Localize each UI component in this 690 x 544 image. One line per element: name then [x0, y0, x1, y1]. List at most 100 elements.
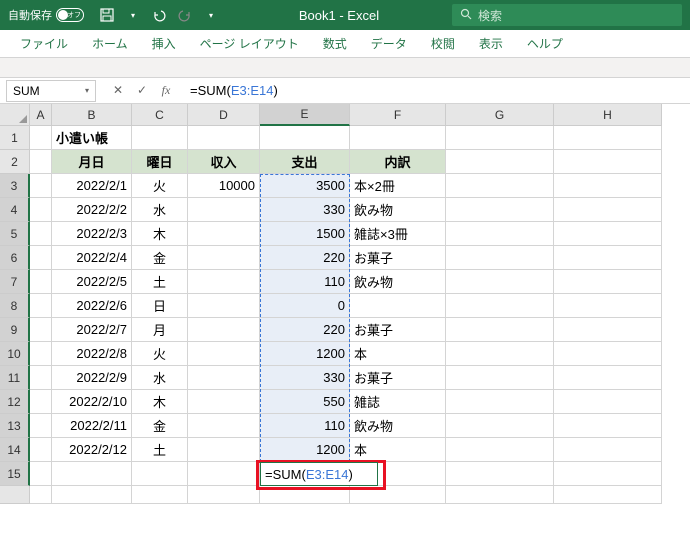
- autosave-switch-icon[interactable]: オフ: [56, 8, 84, 22]
- cell[interactable]: [30, 270, 52, 294]
- cell-expense[interactable]: 330: [260, 198, 350, 222]
- row-header-7[interactable]: 7: [0, 270, 30, 294]
- spreadsheet-grid[interactable]: A B C D E F G H 1小遣い帳2月日曜日収入支出内訳32022/2/…: [0, 104, 690, 504]
- cell-expense[interactable]: 220: [260, 318, 350, 342]
- row-header-4[interactable]: 4: [0, 198, 30, 222]
- cell-detail[interactable]: [350, 294, 446, 318]
- cell-weekday[interactable]: 火: [132, 342, 188, 366]
- cell[interactable]: [554, 150, 662, 174]
- cell-date[interactable]: 2022/2/5: [52, 270, 132, 294]
- sheet-title[interactable]: 小遣い帳: [52, 126, 132, 150]
- undo-icon[interactable]: [150, 6, 168, 24]
- tab-formulas[interactable]: 数式: [311, 30, 359, 58]
- cell[interactable]: [554, 126, 662, 150]
- cell[interactable]: [446, 366, 554, 390]
- cell[interactable]: [446, 462, 554, 486]
- cell[interactable]: [554, 366, 662, 390]
- cell-detail[interactable]: 飲み物: [350, 198, 446, 222]
- tab-data[interactable]: データ: [359, 30, 419, 58]
- col-header-d[interactable]: D: [188, 104, 260, 126]
- cell[interactable]: [30, 150, 52, 174]
- cell-weekday[interactable]: 土: [132, 438, 188, 462]
- cell-income[interactable]: 10000: [188, 174, 260, 198]
- row-header-8[interactable]: 8: [0, 294, 30, 318]
- cell[interactable]: [52, 486, 132, 504]
- cell-weekday[interactable]: 水: [132, 198, 188, 222]
- cell[interactable]: [30, 174, 52, 198]
- cell[interactable]: [446, 486, 554, 504]
- cell[interactable]: [188, 486, 260, 504]
- cell-expense[interactable]: 0: [260, 294, 350, 318]
- cell-expense[interactable]: 110: [260, 270, 350, 294]
- name-box[interactable]: SUM ▾: [6, 80, 96, 102]
- cell-income[interactable]: [188, 246, 260, 270]
- cell-income[interactable]: [188, 318, 260, 342]
- cell-income[interactable]: [188, 414, 260, 438]
- cell[interactable]: [446, 150, 554, 174]
- cell[interactable]: [132, 486, 188, 504]
- row-header-15[interactable]: 15: [0, 462, 30, 486]
- cell[interactable]: [30, 462, 52, 486]
- cell-income[interactable]: [188, 390, 260, 414]
- col-header-h[interactable]: H: [554, 104, 662, 126]
- cell[interactable]: [260, 126, 350, 150]
- cell[interactable]: [30, 342, 52, 366]
- cell-expense[interactable]: 550: [260, 390, 350, 414]
- cell-weekday[interactable]: 水: [132, 366, 188, 390]
- tab-insert[interactable]: 挿入: [140, 30, 188, 58]
- row-header-10[interactable]: 10: [0, 342, 30, 366]
- cell-detail[interactable]: お菓子: [350, 366, 446, 390]
- save-icon[interactable]: [98, 6, 116, 24]
- cell-date[interactable]: 2022/2/2: [52, 198, 132, 222]
- col-header-a[interactable]: A: [30, 104, 52, 126]
- cell-income[interactable]: [188, 342, 260, 366]
- cell[interactable]: [554, 390, 662, 414]
- cell[interactable]: [132, 462, 188, 486]
- header-date[interactable]: 月日: [52, 150, 132, 174]
- header-income[interactable]: 収入: [188, 150, 260, 174]
- cell-weekday[interactable]: 土: [132, 270, 188, 294]
- cell[interactable]: [446, 438, 554, 462]
- cell[interactable]: [350, 126, 446, 150]
- cell[interactable]: [446, 174, 554, 198]
- cell[interactable]: [554, 414, 662, 438]
- cell-date[interactable]: 2022/2/3: [52, 222, 132, 246]
- cell-weekday[interactable]: 火: [132, 174, 188, 198]
- row-header-3[interactable]: 3: [0, 174, 30, 198]
- cell[interactable]: [554, 486, 662, 504]
- row-header-1[interactable]: 1: [0, 126, 30, 150]
- col-header-b[interactable]: B: [52, 104, 132, 126]
- cell-expense[interactable]: 1500: [260, 222, 350, 246]
- row-header-5[interactable]: 5: [0, 222, 30, 246]
- cell[interactable]: [30, 438, 52, 462]
- cell[interactable]: [30, 366, 52, 390]
- enter-icon[interactable]: ✓: [134, 83, 150, 98]
- cell[interactable]: [446, 198, 554, 222]
- cell[interactable]: [30, 486, 52, 504]
- tab-file[interactable]: ファイル: [8, 30, 80, 58]
- cell-detail[interactable]: 雑誌×3冊: [350, 222, 446, 246]
- cell-date[interactable]: 2022/2/9: [52, 366, 132, 390]
- cell-date[interactable]: 2022/2/10: [52, 390, 132, 414]
- cell[interactable]: [188, 126, 260, 150]
- fx-icon[interactable]: fx: [158, 83, 174, 98]
- redo-icon[interactable]: [176, 6, 194, 24]
- cell[interactable]: [30, 198, 52, 222]
- cell-income[interactable]: [188, 270, 260, 294]
- cell[interactable]: [554, 246, 662, 270]
- cell-weekday[interactable]: 金: [132, 246, 188, 270]
- cell-expense[interactable]: 220: [260, 246, 350, 270]
- col-header-c[interactable]: C: [132, 104, 188, 126]
- col-header-g[interactable]: G: [446, 104, 554, 126]
- cell[interactable]: [554, 270, 662, 294]
- row-header-16[interactable]: [0, 486, 30, 504]
- cell[interactable]: [446, 390, 554, 414]
- cell-date[interactable]: 2022/2/4: [52, 246, 132, 270]
- active-cell[interactable]: =SUM(E3:E14): [260, 462, 378, 486]
- cell-income[interactable]: [188, 198, 260, 222]
- chevron-down-icon[interactable]: ▾: [85, 86, 89, 95]
- cell[interactable]: [446, 222, 554, 246]
- cell-expense[interactable]: 110: [260, 414, 350, 438]
- select-all-corner[interactable]: [0, 104, 30, 126]
- cell[interactable]: [446, 294, 554, 318]
